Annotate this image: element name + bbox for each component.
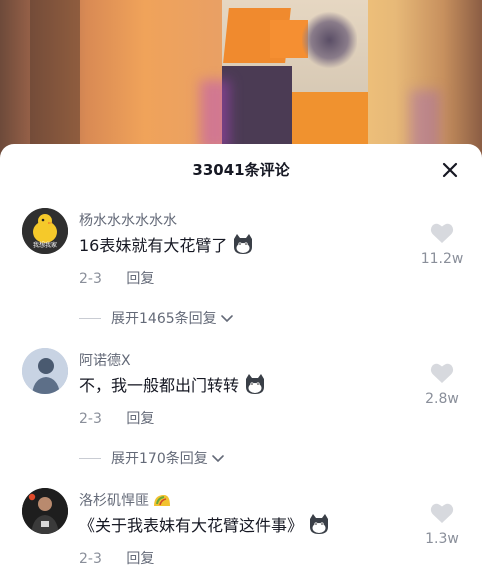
reply-button[interactable]: 回复 [126,411,154,427]
comment-text: 16表妹就有大花臂了 [79,232,255,256]
close-icon [442,162,458,178]
comment-meta: 2-3 回复 [79,408,154,428]
comment-count-title: 33041条评论 [192,161,290,179]
reply-button[interactable]: 回复 [126,271,154,287]
cat-emoji-icon [234,234,253,254]
heart-icon [430,223,454,243]
comment-text-content: 不，我一般都出门转转 [79,376,240,395]
chevron-down-icon [211,455,224,463]
person-avatar-image [22,348,68,394]
reply-button[interactable]: 回复 [126,551,154,567]
expand-replies-label: 展开170条回复 [111,451,208,467]
expand-replies-button[interactable]: 展开170条回复 [79,448,225,468]
divider-dash [79,457,101,459]
avatar-caption: 我想我家 [32,242,57,249]
divider-dash [79,317,101,319]
comment-username[interactable]: 杨水水水水水水 [79,210,177,230]
comment-meta: 2-3 回复 [79,548,154,568]
like-button[interactable]: 11.2w [418,222,466,267]
chevron-down-icon [220,315,233,323]
comment-sheet: 33041条评论 我想我家 杨水水水水水水 16表妹就有大花臂了 2-3 回复 … [0,144,482,576]
comment-username[interactable]: 阿诺德X [79,350,131,370]
video-background[interactable] [0,0,482,160]
like-button[interactable]: 1.3w [418,502,466,547]
comment-date: 2-3 [79,411,102,427]
painting [222,0,368,150]
comment-date: 2-3 [79,551,102,567]
close-button[interactable] [438,158,462,182]
like-count: 11.2w [420,251,464,267]
cat-emoji-icon [310,514,329,534]
like-count: 1.3w [425,531,459,547]
taco-emoji-icon [154,495,170,506]
expand-replies-label: 展开1465条回复 [111,311,217,327]
light-glow [200,80,230,150]
like-button[interactable]: 2.8w [418,362,466,407]
comment-text-content: 16表妹就有大花臂了 [79,236,228,255]
heart-icon [430,503,454,523]
expand-replies-button[interactable]: 展开1465条回复 [79,308,234,328]
username-text: 洛杉矶悍匪 [79,493,149,509]
heart-icon [430,363,454,383]
person-avatar-image [22,488,68,534]
comment-text-content: 《关于我表妹有大花臂这件事》 [79,516,304,535]
avatar[interactable] [22,348,68,394]
avatar[interactable] [22,488,68,534]
door-shape [30,0,80,160]
comment-date: 2-3 [79,271,102,287]
comment-meta: 2-3 回复 [79,268,154,288]
comment-username[interactable]: 洛杉矶悍匪 [79,490,172,510]
comment-text: 《关于我表妹有大花臂这件事》 [79,512,331,536]
sheet-header: 33041条评论 [0,144,482,196]
cat-emoji-icon [246,374,265,394]
comment-text: 不，我一般都出门转转 [79,372,267,396]
avatar[interactable]: 我想我家 [22,208,68,254]
like-count: 2.8w [425,391,459,407]
